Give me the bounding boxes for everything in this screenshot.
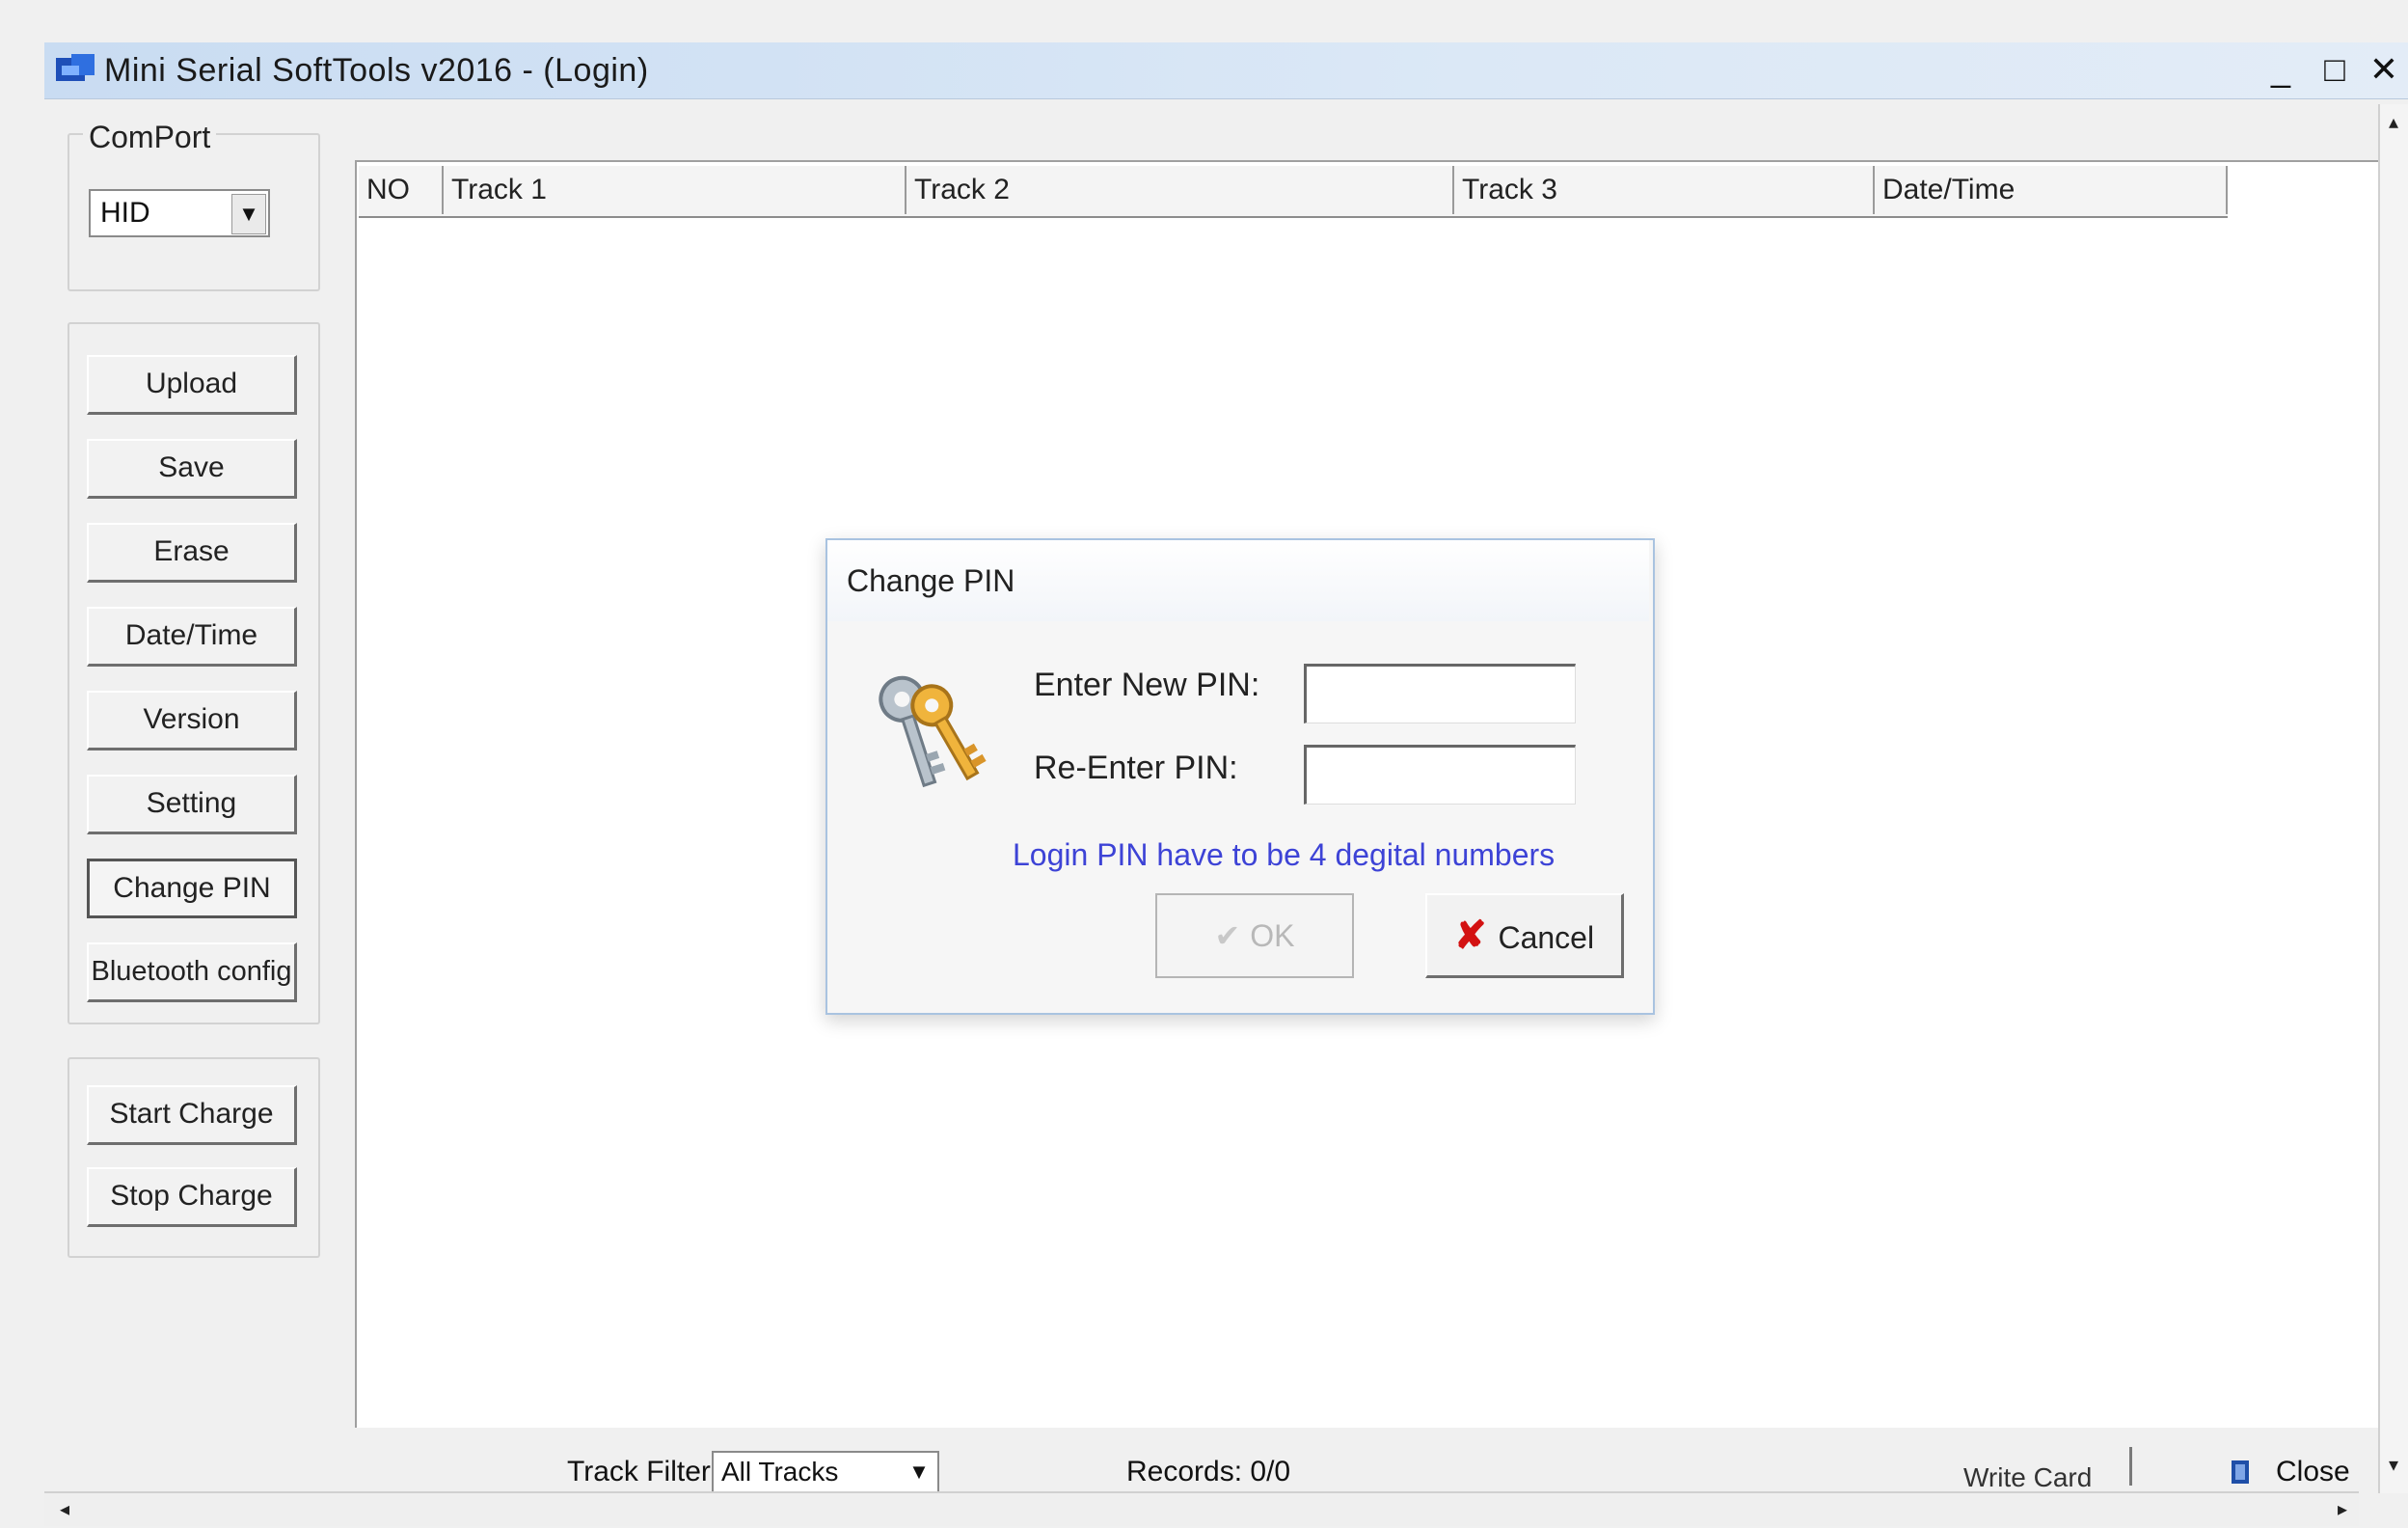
version-button[interactable]: Version [87,691,297,750]
close-button[interactable]: Close [2276,1453,2350,1491]
window-title: Mini Serial SoftTools v2016 - (Login) [104,52,649,89]
scroll-up-icon[interactable]: ▴ [2379,108,2408,137]
cancel-button[interactable]: ✘ Cancel [1425,893,1624,978]
change-pin-button[interactable]: Change PIN [87,859,297,918]
pin-hint-text: Login PIN have to be 4 degital numbers [1013,837,1556,872]
date-time-button[interactable]: Date/Time [87,607,297,667]
ok-button[interactable]: ✔ OK [1155,893,1354,978]
comport-value: HID [100,197,150,229]
scroll-right-icon[interactable]: ▸ [2328,1495,2357,1524]
cancel-x-icon: ✘ [1453,914,1487,957]
dialog-title: Change PIN [847,563,1015,598]
divider [2129,1447,2132,1486]
erase-button[interactable]: Erase [87,523,297,583]
key-icon [879,675,987,788]
column-header-date-time[interactable]: Date/Time [1875,166,2228,214]
close-window-button[interactable]: ✕ [2365,48,2403,91]
upload-button[interactable]: Upload [87,355,297,415]
chevron-down-icon[interactable]: ▼ [231,194,266,234]
column-header-track1[interactable]: Track 1 [444,166,906,214]
re-pin-label: Re-Enter PIN: [1034,750,1238,786]
app-icon [56,54,95,81]
actions-group [68,322,320,1024]
track-filter-label: Track Filter [567,1456,711,1487]
horizontal-scrollbar[interactable] [44,1491,2359,1526]
ok-label: OK [1250,918,1295,953]
bluetooth-config-button[interactable]: Bluetooth config [87,942,297,1002]
dialog-close-button[interactable] [1605,559,1639,598]
vertical-scrollbar[interactable] [2378,104,2408,1493]
column-header-track3[interactable]: Track 3 [1454,166,1875,214]
maximize-button[interactable]: □ [2316,48,2353,91]
setting-button[interactable]: Setting [87,775,297,834]
scroll-left-icon[interactable]: ◂ [50,1495,79,1524]
scroll-down-icon[interactable]: ▾ [2379,1451,2408,1480]
column-header-track2[interactable]: Track 2 [906,166,1454,214]
re-pin-input[interactable] [1304,745,1576,805]
minimize-button[interactable]: _ [2262,48,2299,91]
stop-charge-button[interactable]: Stop Charge [87,1167,297,1227]
write-card-label: Write Card [1963,1462,2093,1492]
check-icon: ✔ [1214,918,1241,953]
cancel-label: Cancel [1498,920,1595,955]
new-pin-input[interactable] [1304,664,1576,723]
save-button[interactable]: Save [87,439,297,499]
comport-label: ComPort [83,120,217,154]
start-charge-button[interactable]: Start Charge [87,1085,297,1145]
door-icon [2232,1460,2249,1484]
records-count: Records: 0/0 [1126,1456,1291,1487]
column-header-no[interactable]: NO [359,166,444,214]
chevron-down-icon[interactable]: ▼ [903,1453,935,1491]
new-pin-label: Enter New PIN: [1034,667,1260,703]
